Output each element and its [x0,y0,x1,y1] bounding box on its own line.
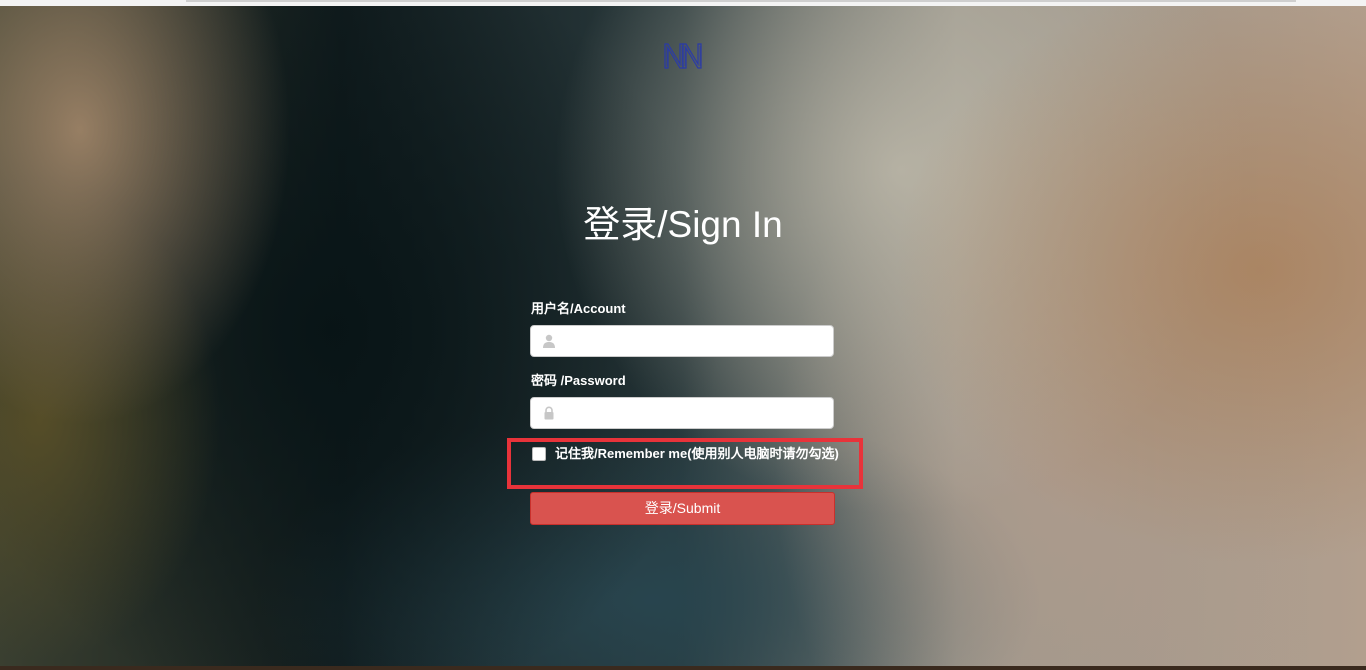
lock-icon [542,406,556,420]
account-label: 用户名/Account [531,301,626,316]
submit-button[interactable]: 登录/Submit [530,492,835,525]
password-input[interactable] [563,402,829,426]
address-bar-strip [186,0,1296,2]
page-title: 登录/Sign In [583,204,783,245]
browser-top-bar [0,0,1366,6]
account-input[interactable] [563,330,829,354]
remember-me-label[interactable]: 记住我/Remember me(使用别人电脑时请勿勾选) [551,444,841,463]
password-field[interactable] [530,397,834,429]
remember-me-checkbox[interactable] [532,447,546,461]
nn-logo-icon [662,42,704,70]
taskbar-edge [0,666,1366,670]
password-label: 密码 /Password [531,373,626,388]
user-icon [542,334,556,348]
account-field[interactable] [530,325,834,357]
